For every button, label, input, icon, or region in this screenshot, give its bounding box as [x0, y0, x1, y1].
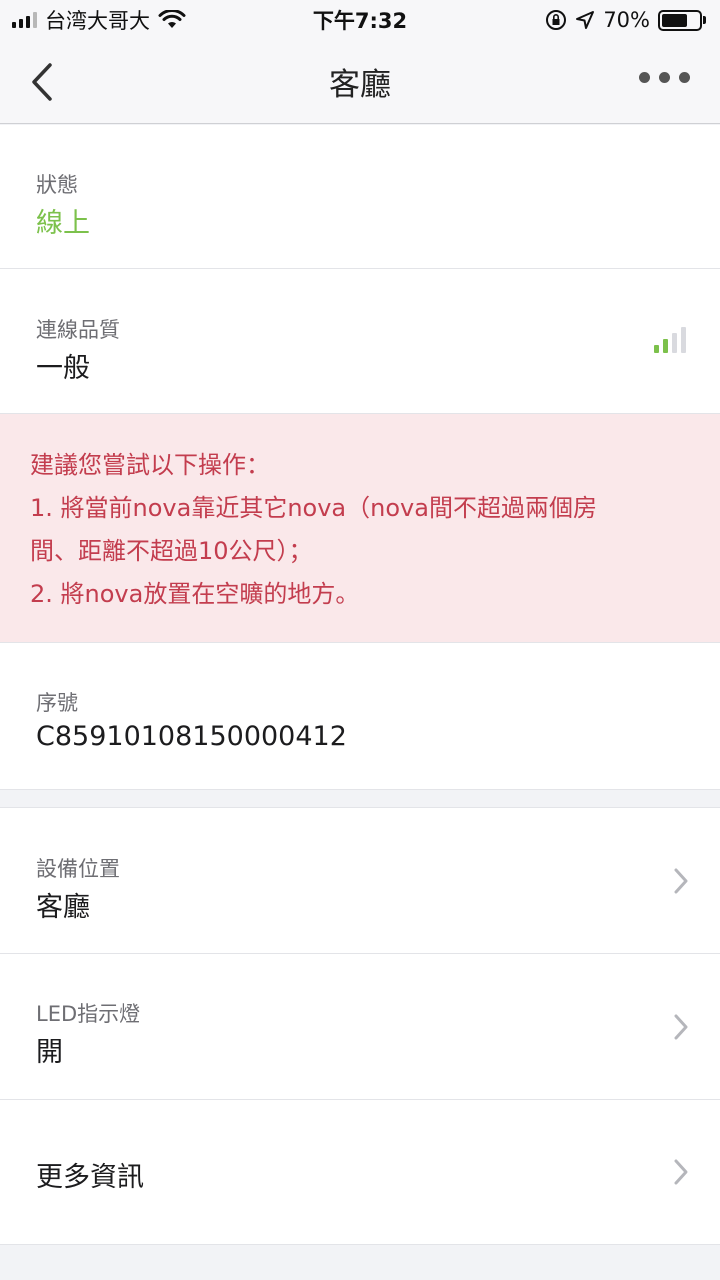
page-title: 客廳	[329, 67, 391, 103]
status-label: 狀態	[36, 173, 78, 197]
signal-bar	[654, 345, 659, 353]
led-indicator-row[interactable]: LED指示燈 開	[0, 954, 720, 1100]
status-value: 線上	[36, 208, 90, 239]
connection-quality-value: 一般	[36, 353, 90, 384]
more-button[interactable]	[639, 72, 690, 83]
more-dots-icon	[639, 72, 650, 83]
chevron-right-icon	[674, 1159, 688, 1185]
connection-quality-label: 連線品質	[36, 318, 120, 342]
led-indicator-label: LED指示燈	[36, 1002, 141, 1026]
signal-bar	[681, 327, 686, 353]
navigation-bar: 客廳	[0, 40, 720, 124]
orientation-lock-icon	[546, 10, 567, 30]
serial-number-value: C85910108150000412	[36, 721, 347, 752]
signal-bar	[672, 333, 677, 353]
battery-icon	[658, 9, 706, 31]
serial-number-row: 序號 C85910108150000412	[0, 643, 720, 790]
signal-bar	[663, 339, 668, 353]
chevron-right-icon	[674, 868, 688, 894]
status-bar: 台湾大哥大 下午7:32 70%	[0, 0, 720, 40]
chevron-left-icon	[32, 63, 52, 101]
more-info-label: 更多資訊	[36, 1162, 144, 1193]
section-divider	[0, 790, 720, 808]
connection-quality-row: 連線品質 一般	[0, 269, 720, 414]
carrier-name: 台湾大哥大	[45, 9, 150, 33]
more-info-row[interactable]: 更多資訊	[0, 1100, 720, 1245]
cell-signal-icon	[12, 12, 37, 28]
back-button[interactable]	[28, 60, 64, 104]
device-location-label: 設備位置	[36, 857, 120, 881]
device-location-value: 客廳	[36, 892, 90, 923]
led-indicator-value: 開	[36, 1037, 63, 1068]
suggestion-line: 間、距離不超過10公尺）；	[30, 537, 313, 565]
serial-number-label: 序號	[36, 691, 78, 715]
location-arrow-icon	[576, 11, 595, 29]
signal-strength-icon	[654, 327, 686, 353]
suggestion-line: 2. 將nova放置在空曠的地方。	[30, 580, 360, 608]
suggestion-line: 建議您嘗試以下操作：	[30, 451, 270, 479]
wifi-icon	[158, 10, 186, 28]
battery-percent: 70%	[603, 8, 650, 32]
chevron-right-icon	[674, 1014, 688, 1040]
suggestion-box: 建議您嘗試以下操作： 1. 將當前nova靠近其它nova（nova間不超過兩個…	[0, 414, 720, 643]
device-location-row[interactable]: 設備位置 客廳	[0, 808, 720, 954]
status-row: 狀態 線上	[0, 125, 720, 269]
suggestion-line: 1. 將當前nova靠近其它nova（nova間不超過兩個房	[30, 494, 597, 522]
